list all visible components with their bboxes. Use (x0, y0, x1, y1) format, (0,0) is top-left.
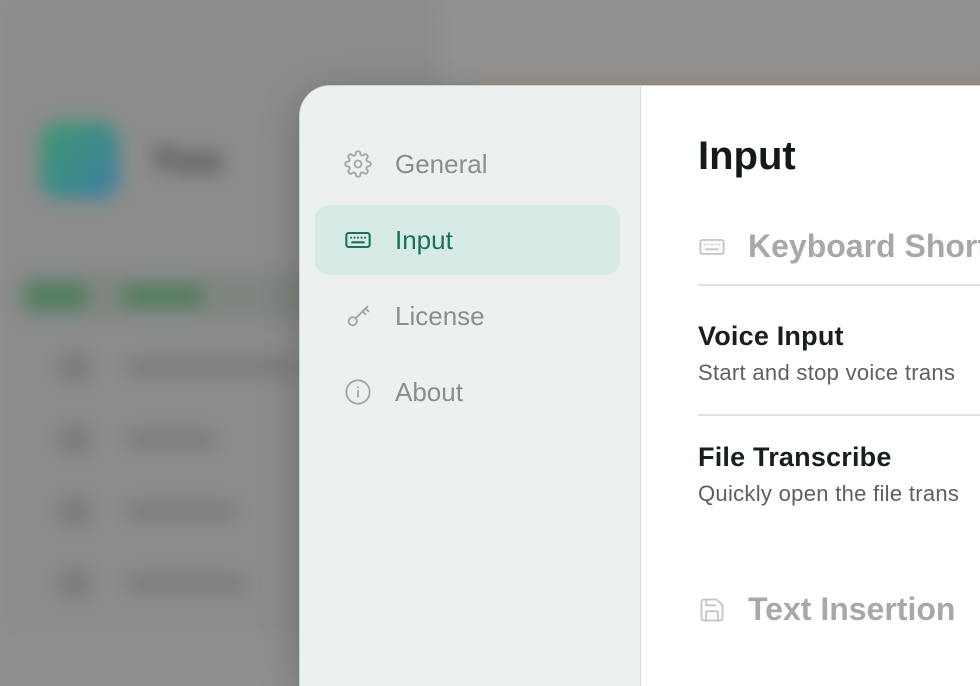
settings-sidebar: General Input License About (300, 86, 641, 686)
divider (698, 284, 980, 286)
setting-name: File Transcribe (698, 442, 892, 472)
keyboard-icon (698, 233, 726, 261)
section-text-insertion: Text Insertion (698, 591, 955, 628)
sidebar-item-label: License (395, 300, 485, 331)
save-icon (698, 596, 726, 624)
setting-description: Quickly open the file trans (698, 481, 960, 506)
setting-voice-input[interactable]: Voice Input Start and stop voice trans (698, 321, 955, 386)
sidebar-item-about[interactable]: About (315, 357, 620, 427)
gear-icon (343, 149, 373, 179)
settings-dialog: General Input License About Input Keyboa… (300, 86, 980, 686)
setting-description: Start and stop voice trans (698, 360, 956, 385)
sidebar-item-label: About (395, 376, 463, 407)
setting-name: Voice Input (698, 321, 844, 351)
sidebar-item-general[interactable]: General (315, 129, 620, 199)
info-icon (343, 377, 373, 407)
background-active-item (18, 272, 318, 320)
app-logo (40, 122, 118, 198)
background-item-icon (26, 284, 86, 308)
section-heading: Text Insertion (748, 591, 956, 627)
background-item-label (123, 286, 203, 306)
setting-file-transcribe[interactable]: File Transcribe Quickly open the file tr… (698, 442, 959, 507)
sidebar-item-label: Input (395, 224, 453, 255)
background-list-item (60, 352, 300, 382)
background-app-title: Yoo (150, 138, 223, 182)
section-heading: Keyboard Short (748, 228, 980, 264)
divider (698, 414, 980, 416)
sidebar-item-license[interactable]: License (315, 281, 620, 351)
background-list-item (60, 568, 300, 598)
key-icon (343, 301, 373, 331)
background-list-item (60, 424, 300, 454)
sidebar-item-label: General (395, 148, 488, 179)
background-list-item (60, 496, 300, 526)
section-keyboard-shortcuts: Keyboard Short (698, 228, 980, 265)
page-title: Input (698, 134, 796, 178)
sidebar-item-input[interactable]: Input (315, 205, 620, 275)
keyboard-icon (343, 225, 373, 255)
